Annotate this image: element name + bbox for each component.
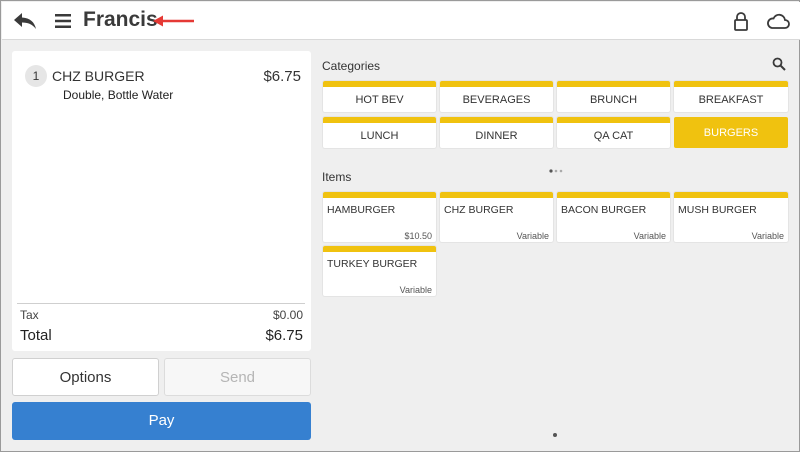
item-tile-turkey-burger[interactable]: TURKEY BURGER Variable xyxy=(323,246,436,296)
back-arrow-icon[interactable] xyxy=(12,10,38,32)
category-label: BEVERAGES xyxy=(462,93,531,106)
category-tile-breakfast[interactable]: BREAKFAST xyxy=(674,81,788,112)
item-tile-price: Variable xyxy=(399,285,432,295)
category-label: BURGERS xyxy=(703,126,759,139)
item-quantity: 1 xyxy=(25,65,47,87)
item-tile-name: CHZ BURGER xyxy=(444,204,514,216)
item-tile-chz-burger[interactable]: CHZ BURGER Variable xyxy=(440,192,553,242)
item-accent-bar xyxy=(323,246,436,252)
item-accent-bar xyxy=(674,192,788,198)
order-line-item[interactable]: 1 CHZ BURGER $6.75 Double, Bottle Water xyxy=(25,65,301,105)
annotation-arrow-icon xyxy=(152,14,196,28)
categories-heading: Categories xyxy=(322,59,381,73)
item-tile-hamburger[interactable]: HAMBURGER $10.50 xyxy=(323,192,436,242)
search-icon[interactable] xyxy=(772,57,786,71)
item-tile-bacon-burger[interactable]: BACON BURGER Variable xyxy=(557,192,670,242)
tax-value: $0.00 xyxy=(272,308,303,322)
item-tile-name: HAMBURGER xyxy=(327,204,396,216)
item-tile-name: MUSH BURGER xyxy=(678,204,757,216)
order-ticket-panel: 1 CHZ BURGER $6.75 Double, Bottle Water … xyxy=(12,51,311,351)
category-label: BRUNCH xyxy=(589,93,638,106)
cloud-icon[interactable] xyxy=(766,12,790,30)
pay-button[interactable]: Pay xyxy=(12,402,311,440)
category-tile-brunch[interactable]: BRUNCH xyxy=(557,81,670,112)
lock-icon[interactable] xyxy=(733,11,749,31)
category-label: QA CAT xyxy=(593,129,634,142)
item-name: CHZ BURGER xyxy=(52,68,145,84)
item-accent-bar xyxy=(557,192,670,198)
item-tile-name: BACON BURGER xyxy=(561,204,647,216)
item-accent-bar xyxy=(323,192,436,198)
item-tile-price: $10.50 xyxy=(404,231,432,241)
item-tile-price: Variable xyxy=(633,231,666,241)
customer-name-title: Francis xyxy=(83,8,158,31)
top-bar: Francis xyxy=(2,2,800,40)
total-label: Total xyxy=(20,327,52,344)
items-pager-dot[interactable] xyxy=(553,433,557,437)
category-tile-hot-bev[interactable]: HOT BEV xyxy=(323,81,436,112)
category-label: HOT BEV xyxy=(355,93,404,106)
options-button[interactable]: Options xyxy=(12,358,159,396)
category-label: DINNER xyxy=(475,129,518,142)
item-tile-price: Variable xyxy=(751,231,784,241)
category-label: BREAKFAST xyxy=(698,93,764,106)
tax-label: Tax xyxy=(20,308,39,322)
items-heading: Items xyxy=(322,170,352,184)
total-value: $6.75 xyxy=(265,327,303,344)
category-tile-dinner[interactable]: DINNER xyxy=(440,117,553,148)
category-tile-beverages[interactable]: BEVERAGES xyxy=(440,81,553,112)
item-tile-price: Variable xyxy=(516,231,549,241)
hamburger-menu-icon[interactable] xyxy=(54,12,72,30)
category-tile-lunch[interactable]: LUNCH xyxy=(323,117,436,148)
item-price: $6.75 xyxy=(263,68,301,85)
item-accent-bar xyxy=(440,192,553,198)
category-pager-dots[interactable] xyxy=(549,160,563,173)
totals-divider xyxy=(17,303,305,304)
category-label: LUNCH xyxy=(360,129,399,142)
app-frame: Francis 1 CHZ BURGER $6.75 Double, Bottl… xyxy=(0,0,800,452)
item-tile-name: TURKEY BURGER xyxy=(327,258,418,270)
category-tile-qa-cat[interactable]: QA CAT xyxy=(557,117,670,148)
item-modifiers: Double, Bottle Water xyxy=(63,88,174,102)
item-tile-mush-burger[interactable]: MUSH BURGER Variable xyxy=(674,192,788,242)
category-tile-burgers-selected[interactable]: BURGERS xyxy=(674,117,788,148)
send-button[interactable]: Send xyxy=(164,358,311,396)
